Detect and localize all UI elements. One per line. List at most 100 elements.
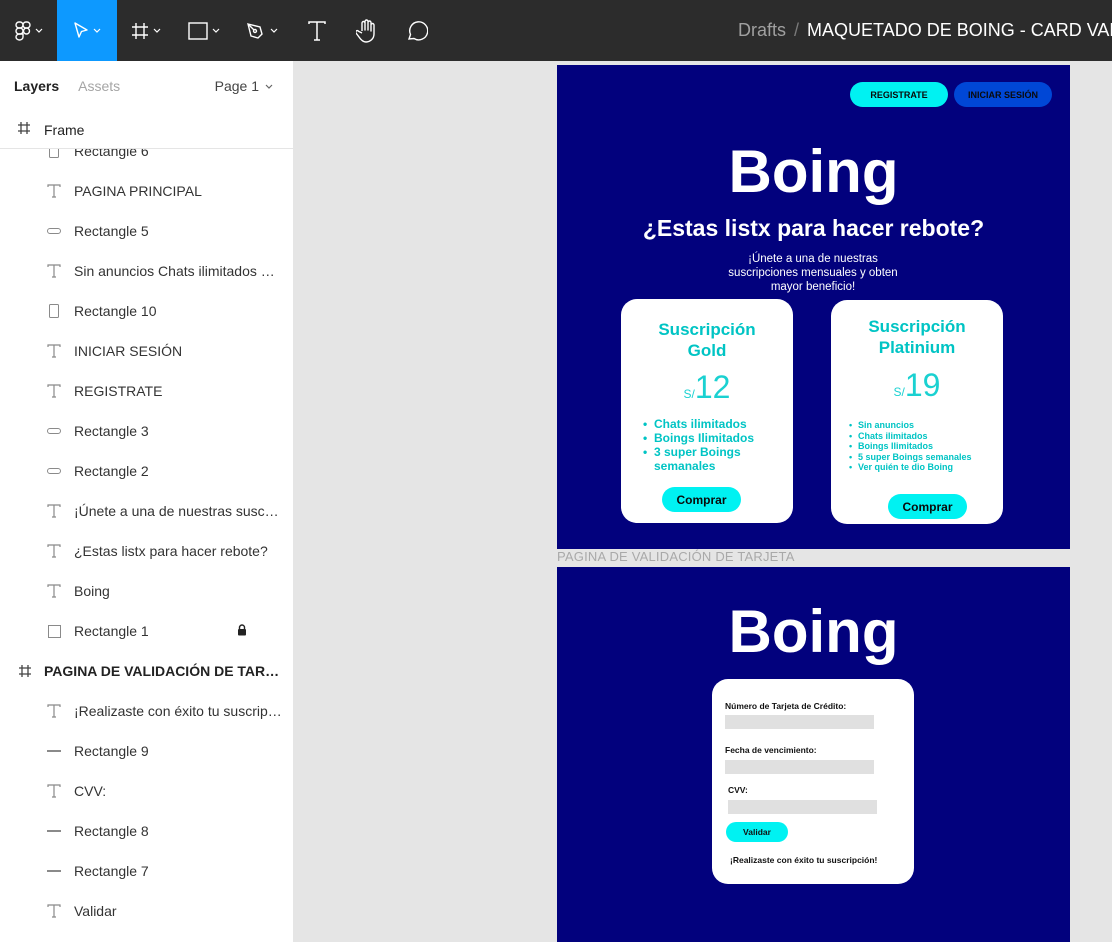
layer-row[interactable]: ¡Realizaste con éxito tu suscripción! (0, 691, 293, 731)
layer-label: ¡Realizaste con éxito tu suscripción! (74, 703, 282, 719)
feature-item: Ver quién te dio Boing (849, 462, 972, 473)
currency: S/ (683, 387, 695, 401)
artboard-main-page[interactable]: REGISTRATE INICIAR SESIÓN Boing ¿Estas l… (557, 65, 1070, 549)
layer-label: PAGINA DE VALIDACIÓN DE TARJETA (44, 663, 280, 679)
text-icon (46, 583, 62, 599)
layer-row[interactable]: Rectangle 3 (0, 411, 293, 451)
plan-card-platinium[interactable]: Suscripción Platinium S/19 Sin anuncios … (831, 300, 1003, 524)
pen-tool-button[interactable] (233, 0, 291, 61)
breadcrumb-drafts[interactable]: Drafts (738, 20, 786, 41)
chevron-down-icon (212, 28, 220, 33)
layer-row[interactable]: Rectangle 9 (0, 731, 293, 771)
layer-label: Rectangle 8 (74, 823, 149, 839)
layer-row[interactable]: Boing (0, 571, 293, 611)
frame-header[interactable]: Frame (0, 111, 293, 149)
price-amount: 12 (694, 369, 731, 405)
canvas[interactable]: REGISTRATE INICIAR SESIÓN Boing ¿Estas l… (294, 61, 1112, 942)
layer-row[interactable]: Rectangle 10 (0, 291, 293, 331)
layer-label: ¿Estas listx para hacer rebote? (74, 543, 268, 559)
chevron-down-icon (153, 28, 161, 33)
artboard-label[interactable]: PAGINA DE VALIDACIÓN DE TARJETA (557, 549, 795, 564)
feature-item: 5 super Boings semanales (849, 452, 972, 463)
text-icon (46, 903, 62, 919)
buy-gold-button[interactable]: Comprar (662, 487, 741, 512)
pen-icon (247, 22, 263, 39)
subtitle: ¡Únete a una de nuestras suscripciones m… (728, 253, 898, 293)
layer-row[interactable]: Rectangle 6 (0, 149, 293, 171)
layer-row[interactable]: Rectangle 7 (0, 851, 293, 891)
file-name[interactable]: MAQUETADO DE BOING - CARD VAL (807, 20, 1112, 41)
text-icon (46, 783, 62, 799)
main-menu-button[interactable] (0, 0, 57, 61)
comment-bubble-icon (407, 20, 428, 41)
card-validation-form[interactable]: Número de Tarjeta de Crédito: Fecha de v… (712, 679, 914, 884)
layer-row[interactable]: PAGINA PRINCIPAL (0, 171, 293, 211)
plan-title: Suscripción Gold (658, 320, 756, 360)
plan-features: Chats ilimitados Boings Ilimitados 3 sup… (643, 417, 793, 473)
buy-platinium-button[interactable]: Comprar (888, 494, 967, 519)
expiry-input[interactable] (725, 760, 874, 774)
layer-label: Rectangle 1 (74, 623, 149, 639)
rectangle-pill-icon (46, 423, 62, 439)
card-number-input[interactable] (725, 715, 874, 729)
success-message: ¡Realizaste con éxito tu suscripción! (730, 855, 878, 865)
feature-item: Chats ilimitados (643, 417, 793, 431)
artboard-validation-page[interactable]: Boing Número de Tarjeta de Crédito: Fech… (557, 567, 1070, 942)
comment-tool-button[interactable] (392, 0, 442, 61)
layer-row[interactable]: ¿Estas listx para hacer rebote? (0, 531, 293, 571)
layer-row[interactable]: Rectangle 2 (0, 451, 293, 491)
tab-layers[interactable]: Layers (14, 78, 59, 94)
layer-row[interactable]: CVV: (0, 771, 293, 811)
tab-assets[interactable]: Assets (78, 78, 120, 94)
toolbar: Drafts / MAQUETADO DE BOING - CARD VAL (0, 0, 1112, 61)
layer-row[interactable]: Sin anuncios Chats ilimitados Boings Ili… (0, 251, 293, 291)
text-icon (46, 263, 62, 279)
text-icon (46, 383, 62, 399)
layer-label: Validar (74, 903, 117, 919)
frame-layer-row[interactable]: PAGINA DE VALIDACIÓN DE TARJETA (0, 651, 293, 691)
currency: S/ (893, 385, 905, 399)
layer-row[interactable]: INICIAR SESIÓN (0, 331, 293, 371)
layer-label: PAGINA PRINCIPAL (74, 183, 202, 199)
feature-item: Chats ilimitados (849, 431, 972, 442)
layer-row[interactable]: Validar (0, 891, 293, 931)
rectangle-pill-icon (46, 223, 62, 239)
layer-row[interactable]: Rectangle 8 (0, 811, 293, 851)
page-selector-label: Page 1 (214, 78, 259, 94)
layer-row[interactable]: Rectangle 5 (0, 211, 293, 251)
move-tool-button[interactable] (57, 0, 117, 61)
frame-hash-icon (17, 121, 33, 139)
cvv-label: CVV: (728, 785, 748, 795)
login-button[interactable]: INICIAR SESIÓN (954, 82, 1052, 107)
expiry-label: Fecha de vencimiento: (725, 745, 817, 755)
register-button[interactable]: REGISTRATE (850, 82, 948, 107)
breadcrumb-separator: / (794, 20, 800, 40)
page-selector[interactable]: Page 1 (215, 78, 273, 94)
layer-row[interactable]: REGISTRATE (0, 371, 293, 411)
text-icon (46, 503, 62, 519)
layer-label: INICIAR SESIÓN (74, 343, 183, 359)
chevron-down-icon (93, 28, 101, 33)
plan-card-gold[interactable]: Suscripción Gold S/12 Chats ilimitados B… (621, 299, 793, 523)
shape-tool-button[interactable] (175, 0, 233, 61)
hand-tool-button[interactable] (342, 0, 392, 61)
frame-hash-icon (17, 663, 33, 679)
text-tool-button[interactable] (291, 0, 342, 61)
cvv-input[interactable] (728, 800, 877, 814)
frame-tool-button[interactable] (117, 0, 175, 61)
layer-label: Rectangle 10 (74, 303, 157, 319)
feature-item: Boings Ilimitados (849, 441, 972, 452)
validate-button[interactable]: Validar (726, 822, 788, 842)
text-icon (307, 20, 326, 41)
rectangle-tall-icon (46, 303, 62, 319)
chevron-down-icon (270, 28, 278, 33)
text-icon (46, 703, 62, 719)
chevron-down-icon (35, 28, 42, 33)
plan-price: S/19 (831, 367, 1003, 404)
layer-row[interactable]: Rectangle 1 (0, 611, 293, 651)
rectangle-tall-icon (46, 149, 62, 159)
rectangle-pill-icon (46, 463, 62, 479)
lock-icon[interactable] (237, 623, 247, 639)
layer-row[interactable]: ¡Únete a una de nuestras suscripciones m… (0, 491, 293, 531)
card-number-label: Número de Tarjeta de Crédito: (725, 701, 847, 711)
